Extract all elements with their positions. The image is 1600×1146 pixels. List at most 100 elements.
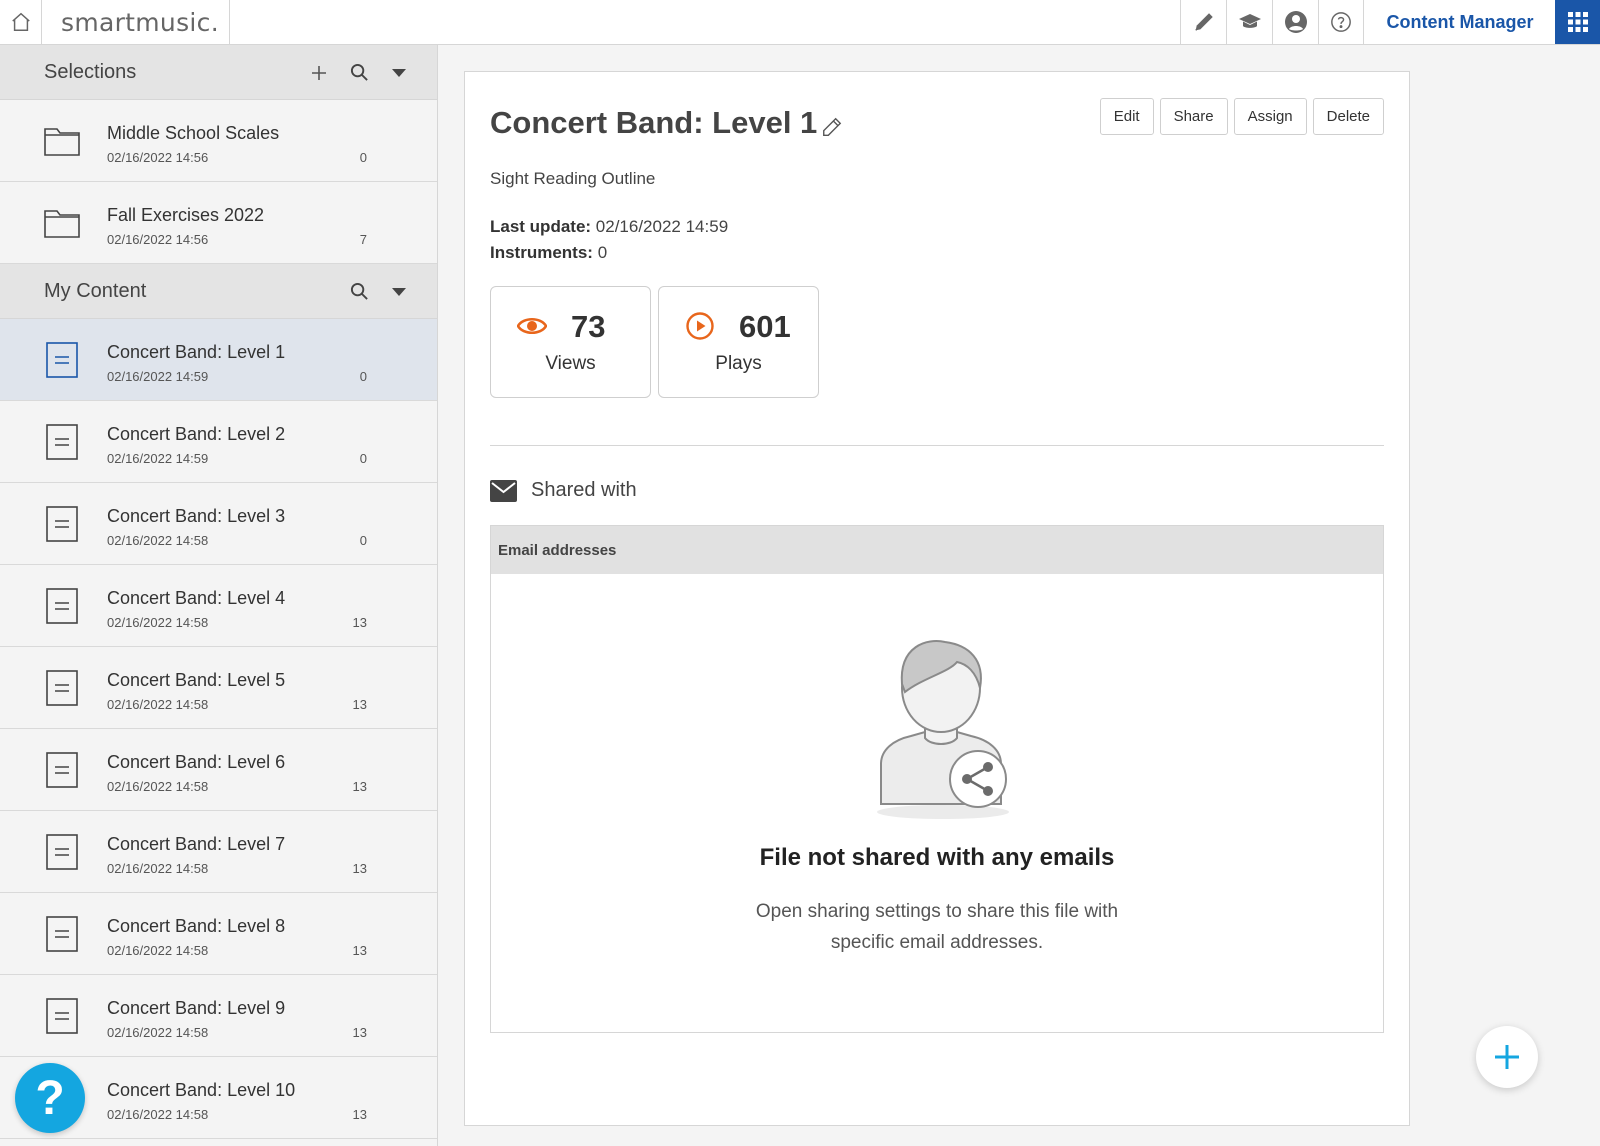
- content-item-level-3[interactable]: Concert Band: Level 3 02/16/2022 14:58 0: [0, 483, 437, 565]
- question-circle-icon: [1331, 12, 1351, 32]
- assign-button[interactable]: Assign: [1233, 98, 1307, 135]
- document-icon: [44, 588, 80, 624]
- list-item-title: Concert Band: Level 1: [107, 342, 286, 362]
- apps-button[interactable]: [1555, 0, 1600, 44]
- edit-title-button[interactable]: [821, 116, 843, 138]
- help-button[interactable]: [1318, 0, 1364, 44]
- selection-item-middle-school-scales[interactable]: Middle School Scales 02/16/2022 14:56 0: [0, 100, 437, 182]
- delete-button[interactable]: Delete: [1312, 98, 1384, 135]
- eye-icon: [517, 317, 547, 335]
- content-item-level-1[interactable]: Concert Band: Level 1 02/16/2022 14:59 0: [0, 319, 437, 401]
- list-item-title: Concert Band: Level 7: [107, 834, 286, 854]
- content-item-level-9[interactable]: Concert Band: Level 9 02/16/2022 14:58 1…: [0, 975, 437, 1057]
- list-item-date: 02/16/2022 14:58: [107, 697, 209, 712]
- views-label: Views: [545, 353, 596, 374]
- plays-label: Plays: [715, 353, 762, 374]
- list-item-count: 13: [352, 779, 367, 794]
- content-item-level-7[interactable]: Concert Band: Level 7 02/16/2022 14:58 1…: [0, 811, 437, 893]
- content-item-level-6[interactable]: Concert Band: Level 6 02/16/2022 14:58 1…: [0, 729, 437, 811]
- play-circle-icon: [686, 312, 714, 340]
- content-item-level-4[interactable]: Concert Band: Level 4 02/16/2022 14:58 1…: [0, 565, 437, 647]
- content-item-level-5[interactable]: Concert Band: Level 5 02/16/2022 14:58 1…: [0, 647, 437, 729]
- document-icon: [44, 752, 80, 788]
- home-button[interactable]: [0, 0, 42, 44]
- content-type: Sight Reading Outline: [490, 169, 656, 188]
- shared-with-title: Shared with: [531, 479, 637, 501]
- list-item-title: Concert Band: Level 8: [107, 916, 286, 936]
- document-icon: [44, 834, 80, 870]
- list-item-date: 02/16/2022 14:58: [107, 943, 209, 958]
- shared-emails-table: Email addresses File not shared with any…: [490, 525, 1384, 1033]
- edit-button[interactable]: Edit: [1099, 98, 1154, 135]
- list-item-title: Concert Band: Level 10: [107, 1080, 296, 1100]
- list-item-date: 02/16/2022 14:56: [107, 150, 209, 165]
- last-update: Last update: 02/16/2022 14:59: [490, 217, 728, 237]
- list-item-title: Concert Band: Level 9: [107, 998, 286, 1018]
- graduation-cap-icon: [1238, 14, 1261, 28]
- envelope-icon: [490, 479, 517, 502]
- content-dropdown-button[interactable]: [383, 264, 415, 319]
- my-content-title: My Content: [44, 279, 147, 302]
- empty-state-line-1: Open sharing settings to share this file…: [755, 901, 1119, 922]
- add-selection-button[interactable]: [303, 45, 335, 100]
- list-item-date: 02/16/2022 14:58: [107, 1107, 209, 1122]
- content-item-level-8[interactable]: Concert Band: Level 8 02/16/2022 14:58 1…: [0, 893, 437, 975]
- list-item-title: Fall Exercises 2022: [107, 205, 265, 225]
- views-count: 73: [571, 309, 606, 344]
- list-item-title: Concert Band: Level 2: [107, 424, 286, 444]
- list-item-count: 13: [352, 1107, 367, 1122]
- selections-header: Selections: [0, 45, 437, 100]
- search-selections-button[interactable]: [343, 45, 375, 100]
- document-icon: [44, 998, 80, 1034]
- share-button[interactable]: Share: [1159, 98, 1228, 135]
- top-bar: smartmusic. Content Manager: [0, 0, 1600, 45]
- list-item-count: 0: [359, 533, 367, 548]
- pencil-outline-icon: [823, 117, 842, 136]
- my-content-header: My Content: [0, 264, 437, 319]
- list-item-count: 7: [359, 232, 367, 247]
- selections-dropdown-button[interactable]: [383, 45, 415, 100]
- smartmusic-logo[interactable]: smartmusic.: [43, 0, 230, 44]
- list-item-title: Concert Band: Level 5: [107, 670, 286, 690]
- plays-count: 601: [739, 309, 791, 344]
- document-icon: [44, 424, 80, 460]
- instruments-label: Instruments:: [490, 243, 593, 262]
- list-item-date: 02/16/2022 14:58: [107, 861, 209, 876]
- page-title: Concert Band: Level 1: [490, 105, 818, 140]
- list-item-title: Concert Band: Level 4: [107, 588, 286, 608]
- list-item-count: 13: [352, 1025, 367, 1040]
- empty-state-line-2: specific email addresses.: [830, 932, 1044, 953]
- instruments-value: 0: [597, 243, 608, 262]
- document-icon: [44, 342, 80, 378]
- user-circle-icon: [1284, 11, 1307, 33]
- profile-button[interactable]: [1272, 0, 1318, 44]
- list-item-count: 13: [352, 615, 367, 630]
- person-share-illustration: [877, 640, 1009, 819]
- content-item-level-2[interactable]: Concert Band: Level 2 02/16/2022 14:59 0: [0, 401, 437, 483]
- add-content-button[interactable]: [1476, 1026, 1538, 1088]
- email-addresses-column-header: Email addresses: [491, 526, 1383, 574]
- top-icon-bar: [1180, 0, 1364, 44]
- list-item-count: 13: [352, 697, 367, 712]
- last-update-label: Last update:: [490, 217, 592, 236]
- empty-state-description: Open sharing settings to share this file…: [491, 896, 1383, 958]
- selection-item-fall-exercises-2022[interactable]: Fall Exercises 2022 02/16/2022 14:56 7: [0, 182, 437, 264]
- plays-card: 601 Plays: [658, 286, 819, 398]
- document-icon: [44, 506, 80, 542]
- list-item-count: 13: [352, 943, 367, 958]
- list-item-title: Concert Band: Level 6: [107, 752, 286, 772]
- last-update-value: 02/16/2022 14:59: [595, 217, 729, 236]
- compose-button[interactable]: [1180, 0, 1226, 44]
- help-chat-button[interactable]: ?: [15, 1063, 85, 1133]
- search-content-button[interactable]: [343, 264, 375, 319]
- classes-button[interactable]: [1226, 0, 1272, 44]
- list-item-date: 02/16/2022 14:58: [107, 533, 209, 548]
- list-item-count: 13: [352, 861, 367, 876]
- list-item-date: 02/16/2022 14:58: [107, 779, 209, 794]
- list-item-date: 02/16/2022 14:58: [107, 615, 209, 630]
- document-icon: [44, 916, 80, 952]
- content-manager-link[interactable]: Content Manager: [1365, 0, 1555, 44]
- document-icon: [44, 670, 80, 706]
- caret-down-icon: [392, 287, 406, 296]
- plus-icon: [312, 65, 326, 80]
